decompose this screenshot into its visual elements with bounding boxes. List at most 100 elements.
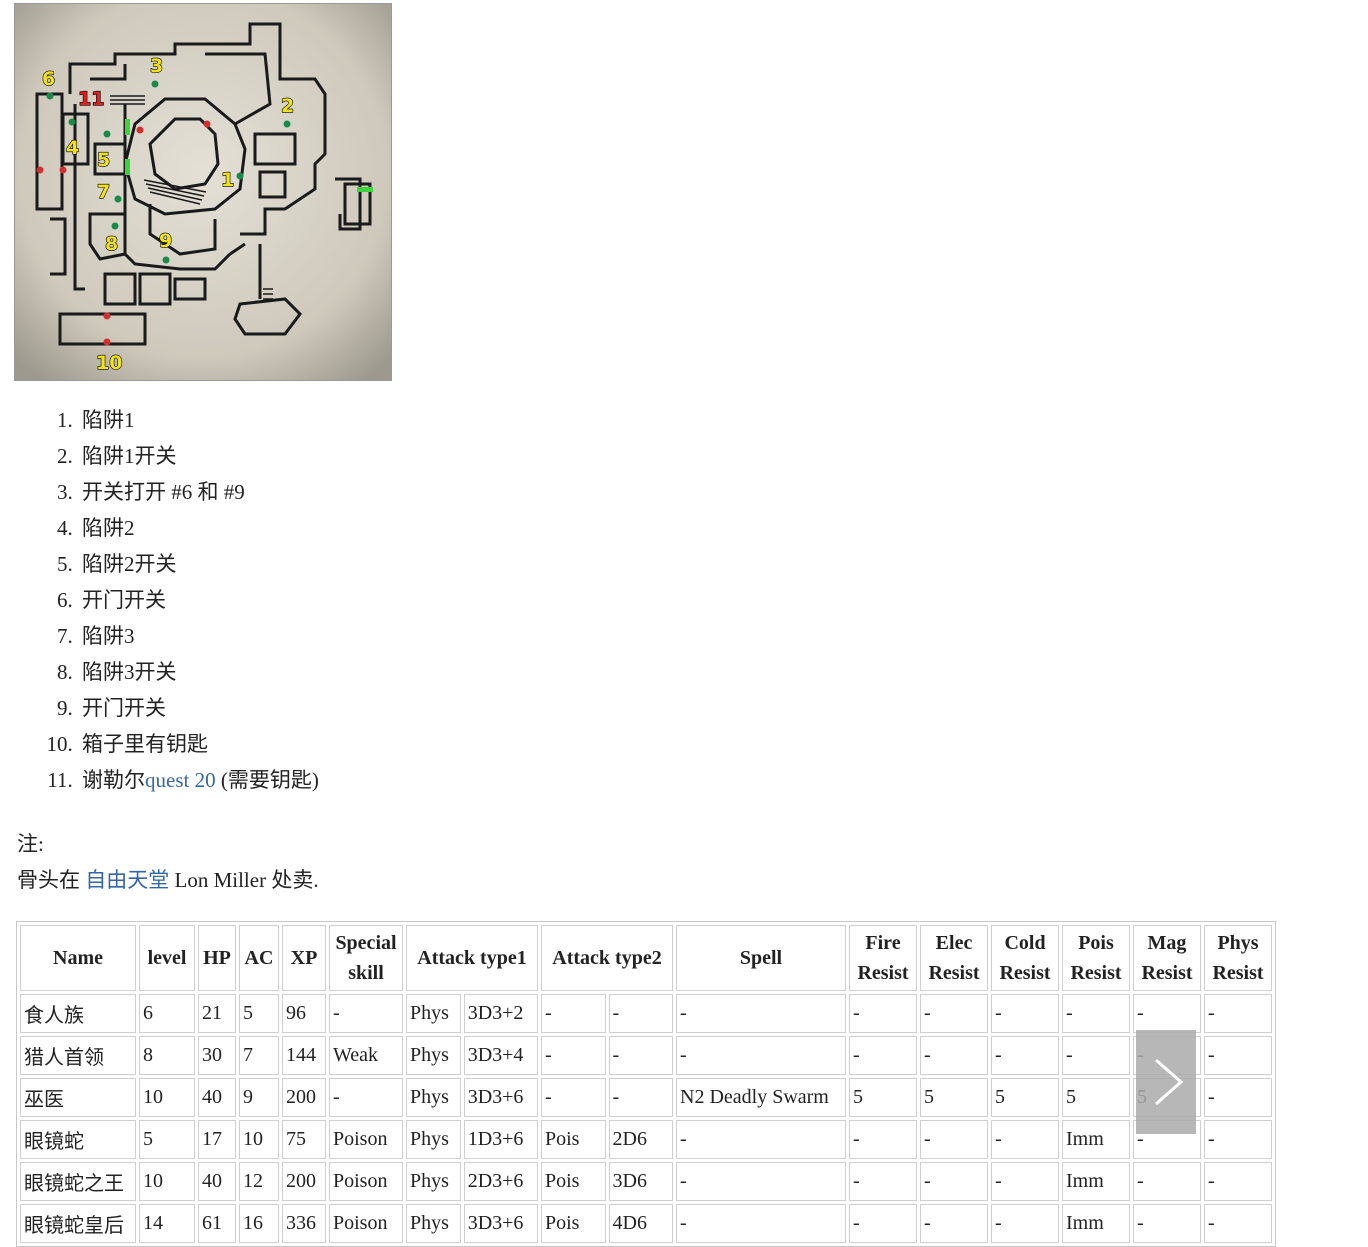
- list-item: 开关打开 #6 和 #9: [78, 474, 319, 510]
- table-cell: 5: [849, 1078, 917, 1117]
- note-label: 注:: [17, 832, 44, 856]
- table-row: 眼镜蛇皇后 14 61 16 336 Poison Phys 3D3+6 Pois 4D6- - - -…: [20, 1204, 1272, 1243]
- column-header: Spell: [676, 925, 846, 991]
- table-cell: -: [1204, 1204, 1272, 1243]
- list-item: 陷阱1开关: [78, 438, 319, 474]
- table-cell: 144: [282, 1036, 326, 1075]
- note-section: 注: 骨头在 自由天堂 Lon Miller 处卖.: [17, 826, 319, 898]
- table-cell: Poison: [329, 1162, 403, 1201]
- table-cell: -: [1204, 1036, 1272, 1075]
- column-header: Attack type2: [541, 925, 673, 991]
- table-cell: 眼镜蛇皇后: [20, 1204, 136, 1243]
- table-cell: 4D6: [608, 1204, 673, 1243]
- table-cell: -: [608, 1078, 673, 1117]
- column-header: XP: [282, 925, 326, 991]
- table-cell: -: [541, 1036, 606, 1075]
- table-cell: Pois: [541, 1204, 606, 1243]
- table-cell: 3D3+6: [463, 1204, 538, 1243]
- table-cell: Phys: [406, 1120, 461, 1159]
- column-header: Elec Resist: [920, 925, 988, 991]
- table-cell: -: [991, 1120, 1059, 1159]
- table-cell: -: [1204, 1120, 1272, 1159]
- table-cell: -: [849, 1204, 917, 1243]
- table-cell: -: [1133, 994, 1201, 1033]
- table-cell: 8: [139, 1036, 195, 1075]
- table-cell: 5: [991, 1078, 1059, 1117]
- table-cell: 75: [282, 1120, 326, 1159]
- table-header-row: Name level HP AC XP Special skill Attack type1…: [20, 925, 1272, 991]
- table-cell: -: [920, 1120, 988, 1159]
- table-cell: 14: [139, 1204, 195, 1243]
- table-cell: -: [608, 994, 673, 1033]
- dungeon-map-image: 1 2 3 4 5 6 7 8 9 10 11: [15, 4, 391, 380]
- column-header: HP: [198, 925, 236, 991]
- table-cell: 2D3+6: [463, 1162, 538, 1201]
- table-cell: -: [329, 994, 403, 1033]
- column-header: Pois Resist: [1062, 925, 1130, 991]
- table-cell: 5: [239, 994, 279, 1033]
- list-item: 陷阱3: [78, 618, 319, 654]
- list-item: 箱子里有钥匙: [78, 726, 319, 762]
- table-cell: -: [991, 1036, 1059, 1075]
- table-cell: -: [676, 994, 846, 1033]
- next-arrow-button[interactable]: [1136, 1030, 1196, 1134]
- monster-stats-table: Name level HP AC XP Special skill Attack type1…: [16, 921, 1276, 1247]
- table-cell: -: [920, 1204, 988, 1243]
- column-header: level: [139, 925, 195, 991]
- table-cell: -: [920, 1162, 988, 1201]
- table-cell: -: [1062, 1036, 1130, 1075]
- table-cell: -: [608, 1036, 673, 1075]
- table-cell: 21: [198, 994, 236, 1033]
- table-cell: 336: [282, 1204, 326, 1243]
- table-cell: 巫医: [20, 1078, 136, 1117]
- quest-20-link[interactable]: quest 20: [145, 768, 216, 792]
- table-cell: Phys: [406, 994, 461, 1033]
- column-header: Phys Resist: [1204, 925, 1272, 991]
- table-cell: N2 Deadly Swarm: [676, 1078, 846, 1117]
- free-heaven-link[interactable]: 自由天堂: [85, 868, 169, 892]
- map-marker-7: 7: [97, 181, 110, 203]
- table-cell: Imm: [1062, 1204, 1130, 1243]
- table-cell: 61: [198, 1204, 236, 1243]
- map-marker-10: 10: [96, 352, 122, 374]
- map-marker-8: 8: [105, 233, 118, 255]
- list-item: 陷阱3开关: [78, 654, 319, 690]
- table-cell: -: [1133, 1162, 1201, 1201]
- table-cell: -: [676, 1120, 846, 1159]
- table-cell: -: [920, 994, 988, 1033]
- table-cell: 2D6: [608, 1120, 673, 1159]
- table-cell: -: [849, 994, 917, 1033]
- table-cell: Phys: [406, 1078, 461, 1117]
- map-marker-4: 4: [66, 137, 79, 159]
- table-cell: -: [676, 1162, 846, 1201]
- list-item: 开门开关: [78, 582, 319, 618]
- map-legend-list: 陷阱1 陷阱1开关 开关打开 #6 和 #9 陷阱2 陷阱2开关 开门开关 陷阱…: [40, 402, 319, 798]
- table-cell: 96: [282, 994, 326, 1033]
- table-cell: -: [676, 1204, 846, 1243]
- list-item: 陷阱2开关: [78, 546, 319, 582]
- table-cell: 40: [198, 1162, 236, 1201]
- table-cell: -: [541, 1078, 606, 1117]
- table-cell: -: [920, 1036, 988, 1075]
- list-item: 谢勒尔quest 20 (需要钥匙): [78, 762, 319, 798]
- map-marker-9: 9: [159, 230, 172, 252]
- table-cell: 10: [139, 1078, 195, 1117]
- table-cell: -: [1204, 994, 1272, 1033]
- column-header: Fire Resist: [849, 925, 917, 991]
- table-cell: 食人族: [20, 994, 136, 1033]
- table-cell: -: [991, 1162, 1059, 1201]
- table-row: 猎人首领8307144WeakPhys3D3+4---------: [20, 1036, 1272, 1075]
- table-cell: 3D6: [608, 1162, 673, 1201]
- note-text: 骨头在 自由天堂 Lon Miller 处卖.: [17, 868, 319, 892]
- table-cell: 10: [239, 1120, 279, 1159]
- table-cell: 3D3+4: [463, 1036, 538, 1075]
- table-cell: 9: [239, 1078, 279, 1117]
- table-cell: 30: [198, 1036, 236, 1075]
- table-cell: Weak: [329, 1036, 403, 1075]
- map-marker-6: 6: [42, 68, 55, 90]
- table-row: 眼镜蛇之王 10 40 12 200 Poison Phys 2D3+6 Pois 3D6- - - -…: [20, 1162, 1272, 1201]
- table-cell: 3D3+6: [463, 1078, 538, 1117]
- table-cell: Phys: [406, 1204, 461, 1243]
- table-cell: -: [991, 994, 1059, 1033]
- table-cell: -: [991, 1204, 1059, 1243]
